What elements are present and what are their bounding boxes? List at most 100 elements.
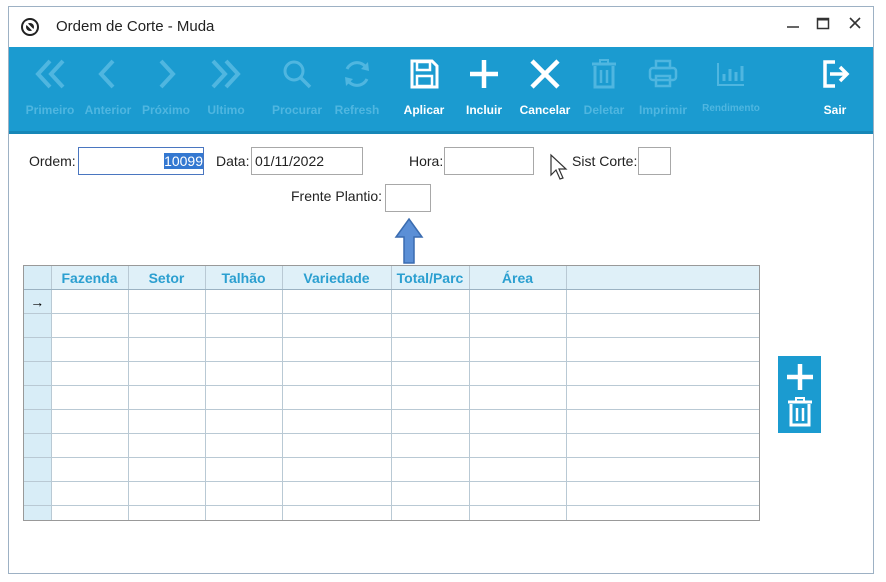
- grid-cell[interactable]: [51, 505, 129, 520]
- rendimento-button[interactable]: Rendimento: [695, 47, 767, 131]
- grid-cell[interactable]: [205, 433, 283, 458]
- table-row[interactable]: [24, 457, 759, 482]
- row-indicator[interactable]: [24, 337, 52, 362]
- cancelar-button[interactable]: Cancelar: [515, 47, 575, 131]
- grid-cell[interactable]: [469, 361, 567, 386]
- row-indicator[interactable]: →: [24, 289, 52, 314]
- grid-cell[interactable]: [205, 289, 283, 314]
- grid-cell[interactable]: [51, 433, 129, 458]
- grid-cell[interactable]: [128, 385, 206, 410]
- proximo-button[interactable]: Próximo: [139, 47, 193, 131]
- anterior-button[interactable]: Anterior: [81, 47, 135, 131]
- column-header-variedade[interactable]: Variedade: [282, 266, 392, 290]
- grid-cell[interactable]: [282, 313, 392, 338]
- grid-cell[interactable]: [128, 361, 206, 386]
- table-row[interactable]: [24, 481, 759, 506]
- row-indicator[interactable]: [24, 457, 52, 482]
- sair-button[interactable]: Sair: [809, 47, 861, 131]
- row-indicator[interactable]: [24, 505, 52, 520]
- grid-cell[interactable]: [282, 337, 392, 362]
- column-header-talhao[interactable]: Talhão: [205, 266, 283, 290]
- row-indicator[interactable]: [24, 409, 52, 434]
- sist-corte-field[interactable]: [638, 147, 671, 175]
- grid-cell[interactable]: [469, 457, 567, 482]
- grid-cell[interactable]: [391, 313, 470, 338]
- grid-cell[interactable]: [469, 505, 567, 520]
- grid-cell[interactable]: [205, 409, 283, 434]
- grid-cell[interactable]: [282, 505, 392, 520]
- row-indicator[interactable]: [24, 361, 52, 386]
- row-indicator[interactable]: [24, 433, 52, 458]
- grid-cell[interactable]: [282, 409, 392, 434]
- aplicar-button[interactable]: Aplicar: [397, 47, 451, 131]
- grid-cell[interactable]: [51, 361, 129, 386]
- grid-cell[interactable]: [205, 313, 283, 338]
- grid-cell[interactable]: [205, 457, 283, 482]
- grid-cell[interactable]: [128, 313, 206, 338]
- incluir-button[interactable]: Incluir: [457, 47, 511, 131]
- column-header-fazenda[interactable]: Fazenda: [51, 266, 129, 290]
- ordem-field[interactable]: 10099: [78, 147, 204, 175]
- primeiro-button[interactable]: Primeiro: [23, 47, 77, 131]
- items-grid[interactable]: Fazenda Setor Talhão Variedade Total/Par…: [23, 265, 760, 521]
- grid-cell[interactable]: [128, 433, 206, 458]
- grid-cell[interactable]: [391, 433, 470, 458]
- grid-cell[interactable]: [391, 289, 470, 314]
- table-row[interactable]: [24, 313, 759, 338]
- column-header-total-parc[interactable]: Total/Parc: [391, 266, 470, 290]
- grid-cell[interactable]: [469, 337, 567, 362]
- grid-cell[interactable]: [282, 361, 392, 386]
- grid-cell[interactable]: [51, 481, 129, 506]
- grid-cell[interactable]: [51, 289, 129, 314]
- grid-cell[interactable]: [128, 457, 206, 482]
- grid-cell[interactable]: [391, 385, 470, 410]
- grid-cell[interactable]: [391, 505, 470, 520]
- grid-cell[interactable]: [51, 409, 129, 434]
- hora-field[interactable]: [444, 147, 534, 175]
- grid-cell[interactable]: [391, 409, 470, 434]
- refresh-button[interactable]: Refresh: [329, 47, 385, 131]
- grid-cell[interactable]: [391, 481, 470, 506]
- grid-cell[interactable]: [282, 457, 392, 482]
- grid-cell[interactable]: [469, 385, 567, 410]
- grid-cell[interactable]: [282, 385, 392, 410]
- grid-cell[interactable]: [391, 361, 470, 386]
- frente-plantio-field[interactable]: [385, 184, 431, 212]
- close-button[interactable]: [843, 15, 867, 37]
- grid-cell[interactable]: [469, 313, 567, 338]
- grid-cell[interactable]: [205, 481, 283, 506]
- table-row[interactable]: →: [24, 289, 759, 314]
- grid-cell[interactable]: [51, 457, 129, 482]
- imprimir-button[interactable]: Imprimir: [633, 47, 693, 131]
- grid-cell[interactable]: [469, 409, 567, 434]
- grid-cell[interactable]: [391, 337, 470, 362]
- grid-cell[interactable]: [128, 505, 206, 520]
- grid-cell[interactable]: [391, 457, 470, 482]
- table-row[interactable]: [24, 337, 759, 362]
- grid-cell[interactable]: [51, 313, 129, 338]
- add-row-button[interactable]: [785, 362, 815, 392]
- table-row[interactable]: [24, 505, 759, 520]
- column-header-setor[interactable]: Setor: [128, 266, 206, 290]
- grid-cell[interactable]: [205, 361, 283, 386]
- row-indicator[interactable]: [24, 481, 52, 506]
- column-header-area[interactable]: Área: [469, 266, 567, 290]
- data-field[interactable]: 01/11/2022: [251, 147, 363, 175]
- grid-cell[interactable]: [51, 337, 129, 362]
- grid-cell[interactable]: [469, 433, 567, 458]
- table-row[interactable]: [24, 361, 759, 386]
- grid-cell[interactable]: [469, 481, 567, 506]
- row-indicator[interactable]: [24, 385, 52, 410]
- table-row[interactable]: [24, 385, 759, 410]
- grid-cell[interactable]: [128, 481, 206, 506]
- minimize-button[interactable]: [781, 15, 805, 37]
- grid-cell[interactable]: [469, 289, 567, 314]
- grid-cell[interactable]: [205, 505, 283, 520]
- grid-cell[interactable]: [282, 433, 392, 458]
- grid-cell[interactable]: [282, 289, 392, 314]
- deletar-button[interactable]: Deletar: [579, 47, 629, 131]
- grid-cell[interactable]: [128, 289, 206, 314]
- grid-cell[interactable]: [128, 409, 206, 434]
- procurar-button[interactable]: Procurar: [267, 47, 327, 131]
- grid-cell[interactable]: [205, 337, 283, 362]
